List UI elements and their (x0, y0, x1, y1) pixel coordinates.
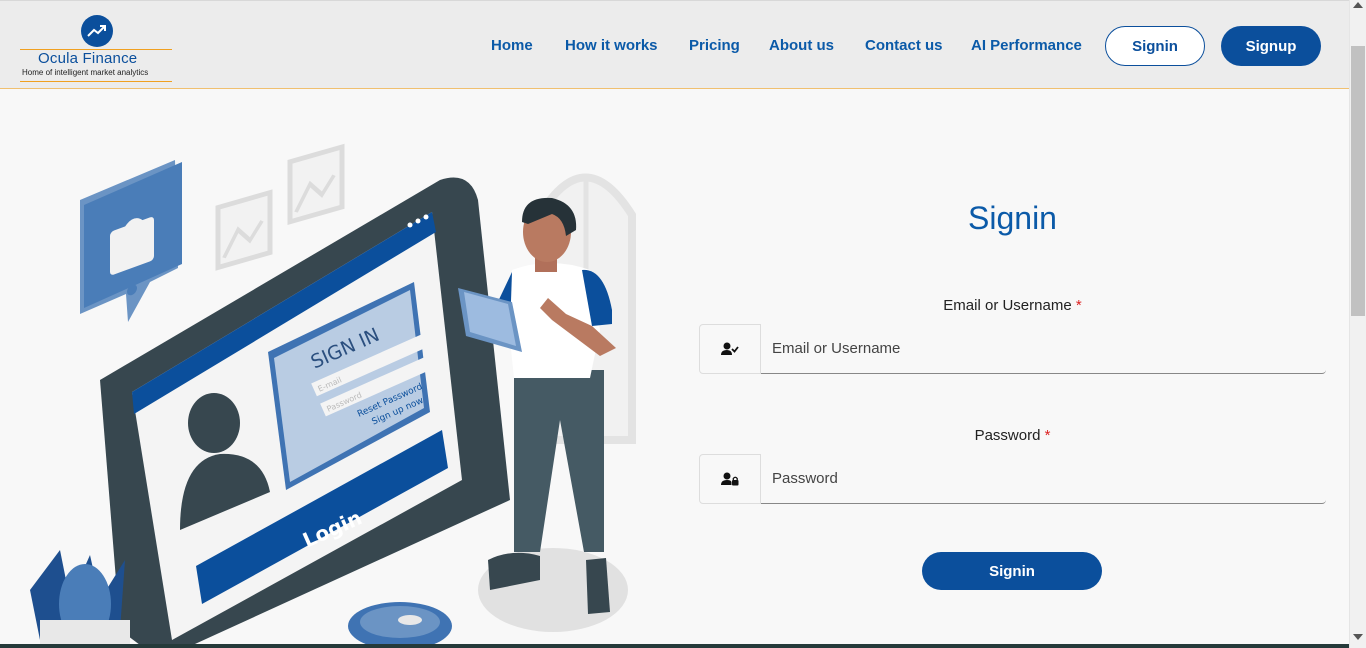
password-label: Password * (700, 427, 1325, 444)
brand-name: Ocula Finance (38, 50, 138, 67)
signin-submit-button[interactable]: Signin (922, 552, 1102, 590)
header-signup-button[interactable]: Signup (1221, 26, 1321, 66)
illustration-svg: SIGN IN E-mail Password Reset Password S… (30, 143, 636, 648)
email-label-text: Email or Username (943, 297, 1072, 314)
user-lock-icon (699, 454, 761, 504)
trend-up-icon (81, 15, 113, 47)
password-input-group (699, 454, 1326, 504)
password-required-mark: * (1044, 427, 1051, 444)
signin-title: Signin (968, 200, 1057, 236)
page: Ocula Finance Home of intelligent market… (0, 0, 1366, 648)
bottom-strip (0, 644, 1349, 648)
scroll-up-icon[interactable] (1353, 2, 1363, 8)
user-check-icon (699, 324, 761, 374)
nav-how-it-works[interactable]: How it works (565, 37, 658, 54)
scroll-down-icon[interactable] (1353, 634, 1363, 640)
signin-illustration: SIGN IN E-mail Password Reset Password S… (0, 90, 680, 648)
nav-pricing[interactable]: Pricing (689, 37, 740, 54)
email-input[interactable] (761, 324, 1326, 374)
nav-ai-performance[interactable]: AI Performance (971, 37, 1082, 54)
email-input-group (699, 324, 1326, 374)
logo-rule-bottom (20, 81, 172, 82)
header: Ocula Finance Home of intelligent market… (0, 0, 1349, 89)
brand-logo[interactable]: Ocula Finance Home of intelligent market… (20, 13, 174, 83)
password-input[interactable] (761, 454, 1326, 504)
email-required-mark: * (1075, 297, 1082, 314)
nav-home[interactable]: Home (491, 37, 533, 54)
scroll-thumb[interactable] (1351, 46, 1365, 316)
brand-tagline: Home of intelligent market analytics (22, 68, 149, 77)
nav-contact-us[interactable]: Contact us (865, 37, 943, 54)
nav-about-us[interactable]: About us (769, 37, 834, 54)
header-signin-button[interactable]: Signin (1105, 26, 1205, 66)
password-label-text: Password (974, 427, 1041, 444)
email-label: Email or Username * (700, 297, 1325, 314)
